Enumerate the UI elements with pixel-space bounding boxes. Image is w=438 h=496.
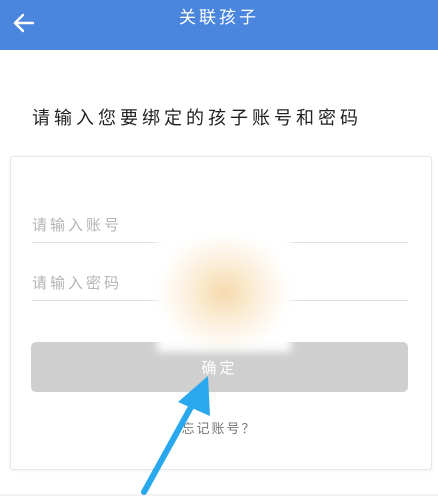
blurred-overlay (157, 232, 291, 352)
bind-prompt-text: 请输入您要绑定的孩子账号和密码 (32, 108, 362, 129)
top-bar: 关联孩子 (0, 0, 438, 50)
annotation-arrow-icon (141, 376, 210, 495)
page-title: 关联孩子 (179, 8, 259, 28)
